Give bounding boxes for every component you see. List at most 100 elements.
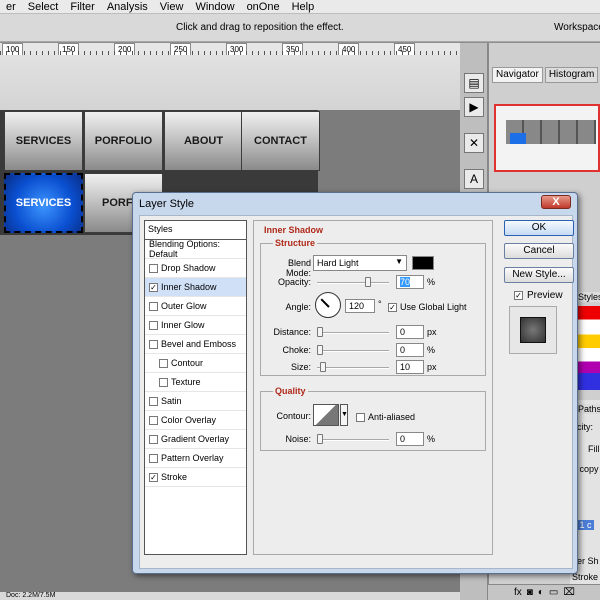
style-item-inner-glow[interactable]: Inner Glow	[145, 316, 246, 335]
noise-slider[interactable]	[317, 434, 389, 444]
opacity-label: Opacity:	[277, 277, 311, 287]
angle-input[interactable]: 120	[345, 299, 375, 313]
styles-swatches[interactable]	[578, 306, 600, 390]
style-item-gradient-overlay[interactable]: Gradient Overlay	[145, 430, 246, 449]
size-value: 10	[400, 362, 411, 372]
pattern-overlay-checkbox[interactable]	[149, 453, 158, 463]
cancel-button[interactable]: Cancel	[504, 243, 574, 259]
status-bar: Doc: 2.2M/7.5M	[0, 592, 460, 600]
noise-slider-thumb[interactable]	[317, 434, 323, 444]
style-item-drop-shadow[interactable]: Drop Shadow	[145, 259, 246, 278]
inner-glow-checkbox[interactable]	[149, 320, 158, 330]
size-label: Size:	[290, 362, 311, 372]
angle-needle	[320, 298, 330, 308]
satin-checkbox[interactable]	[149, 396, 158, 406]
fx-icon[interactable]: fx	[514, 587, 522, 598]
layer-fill-label: Fill:	[588, 444, 600, 454]
size-slider-thumb[interactable]	[320, 362, 326, 372]
size-slider[interactable]	[317, 362, 389, 372]
style-item-label: Inner Glow	[161, 320, 205, 330]
choke-slider[interactable]	[317, 345, 389, 355]
texture-checkbox[interactable]	[159, 377, 168, 387]
tab-navigator[interactable]: Navigator	[492, 67, 543, 83]
adjustment-icon[interactable]: ◐	[538, 587, 544, 598]
workspace-button[interactable]: Workspace	[554, 22, 600, 33]
tab-styles[interactable]: Styles	[578, 292, 600, 302]
style-item-pattern-overlay[interactable]: Pattern Overlay	[145, 449, 246, 468]
shadow-color-swatch[interactable]	[412, 256, 434, 270]
style-item-outer-glow[interactable]: Outer Glow	[145, 297, 246, 316]
noise-unit: %	[427, 434, 436, 444]
choke-value: 0	[400, 345, 406, 355]
outer-glow-checkbox[interactable]	[149, 301, 158, 311]
opacity-slider-thumb[interactable]	[365, 277, 371, 287]
contour-dropdown-icon[interactable]: ▼	[340, 404, 348, 426]
noise-input[interactable]: 0	[396, 432, 424, 446]
styles-list-header[interactable]: Styles	[145, 221, 246, 240]
color-overlay-checkbox[interactable]	[149, 415, 158, 425]
inner-shadow-checkbox[interactable]: ✓	[149, 282, 158, 292]
folder-icon[interactable]: ▭	[549, 587, 558, 598]
opacity-unit: %	[427, 277, 436, 287]
menu-item-select[interactable]: Select	[22, 0, 65, 14]
anti-aliased-checkbox[interactable]	[356, 413, 365, 422]
style-item-bevel-emboss[interactable]: Bevel and Emboss	[145, 335, 246, 354]
distance-label: Distance:	[273, 327, 311, 337]
choke-input[interactable]: 0	[396, 343, 424, 357]
tools-icon[interactable]: ✕	[464, 133, 484, 153]
menu-item-view[interactable]: View	[154, 0, 190, 14]
menu-bar: er Select Filter Analysis View Window on…	[0, 0, 600, 14]
close-button[interactable]: X	[541, 195, 571, 209]
choke-unit: %	[427, 345, 436, 355]
gradient-overlay-checkbox[interactable]	[149, 434, 158, 444]
actions-play-icon[interactable]: ▶	[464, 97, 484, 117]
choke-slider-thumb[interactable]	[317, 345, 323, 355]
distance-slider-thumb[interactable]	[317, 327, 323, 337]
distance-unit: px	[427, 327, 437, 337]
distance-slider[interactable]	[317, 327, 389, 337]
drop-shadow-checkbox[interactable]	[149, 263, 158, 273]
menu-item-window[interactable]: Window	[189, 0, 240, 14]
style-item-texture[interactable]: Texture	[145, 373, 246, 392]
blend-mode-select[interactable]: Hard Light ▼	[313, 255, 407, 271]
angle-unit: °	[378, 299, 382, 309]
mask-icon[interactable]: ◙	[527, 587, 533, 598]
style-item-blending-options[interactable]: Blending Options: Default	[145, 239, 246, 259]
style-item-inner-shadow[interactable]: ✓ Inner Shadow	[145, 278, 246, 297]
contour-picker[interactable]	[313, 404, 339, 426]
style-item-stroke[interactable]: ✓ Stroke	[145, 468, 246, 487]
tab-paths[interactable]: Paths	[578, 404, 600, 414]
menu-item-help[interactable]: Help	[286, 0, 321, 14]
character-icon[interactable]: A	[464, 169, 484, 189]
opacity-input[interactable]: 70	[396, 275, 424, 289]
menu-item-filter[interactable]: Filter	[64, 0, 100, 14]
use-global-light-checkbox[interactable]: ✓	[388, 303, 397, 312]
ok-button[interactable]: OK	[504, 220, 574, 236]
distance-input[interactable]: 0	[396, 325, 424, 339]
menu-item-onone[interactable]: onOne	[241, 0, 286, 14]
nav-button-portfolio: PORFOLIO	[84, 111, 163, 171]
tab-histogram[interactable]: Histogram	[544, 67, 599, 83]
navigator-thumbnail[interactable]	[494, 104, 600, 172]
structure-group: Structure Blend Mode: Hard Light ▼ Opaci…	[260, 238, 486, 376]
new-style-button[interactable]: New Style...	[504, 267, 574, 283]
contour-checkbox[interactable]	[159, 358, 168, 368]
size-input[interactable]: 10	[396, 360, 424, 374]
preview-checkbox[interactable]: ✓	[514, 291, 523, 300]
bevel-emboss-checkbox[interactable]	[149, 339, 158, 349]
history-brush-icon[interactable]: ▤	[464, 73, 484, 93]
style-item-contour[interactable]: Contour	[145, 354, 246, 373]
use-global-light-label: Use Global Light	[400, 302, 467, 312]
opacity-slider[interactable]	[317, 277, 389, 287]
angle-label: Angle:	[285, 302, 311, 312]
angle-dial[interactable]	[315, 292, 341, 318]
anti-aliased-label: Anti-aliased	[368, 412, 416, 422]
trash-icon[interactable]: ⌧	[563, 587, 575, 598]
menu-item-layer[interactable]: er	[0, 0, 22, 14]
style-item-color-overlay[interactable]: Color Overlay	[145, 411, 246, 430]
style-item-satin[interactable]: Satin	[145, 392, 246, 411]
nav-button-services-hover[interactable]: SERVICES	[4, 173, 83, 233]
menu-item-analysis[interactable]: Analysis	[101, 0, 154, 14]
nav-button-services: SERVICES	[4, 111, 83, 171]
stroke-checkbox[interactable]: ✓	[149, 472, 158, 482]
